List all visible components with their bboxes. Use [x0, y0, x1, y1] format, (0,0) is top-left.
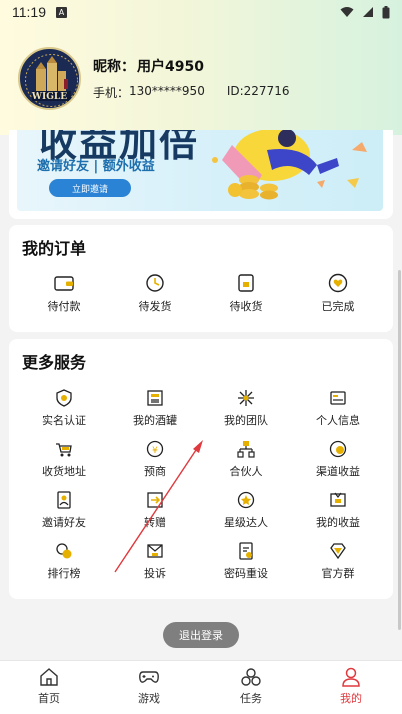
service-channel-income[interactable]: 渠道收益	[298, 440, 378, 479]
tab-label: 游戏	[138, 692, 160, 705]
service-ranking[interactable]: 排行榜	[24, 542, 104, 581]
service-label: 星级达人	[224, 516, 268, 529]
tab-home[interactable]: 首页	[14, 667, 84, 706]
order-label: 待付款	[47, 300, 81, 313]
service-label: 邀请好友	[42, 516, 86, 529]
signal-icon	[363, 7, 373, 17]
channel-income-icon	[329, 440, 347, 458]
heart-icon	[328, 273, 348, 293]
status-time: 11:19	[12, 4, 46, 20]
service-label: 合伙人	[229, 465, 263, 478]
status-bar: 11:19 A	[0, 0, 402, 24]
order-pending-shipment[interactable]: 待发货	[115, 273, 195, 314]
password-reset-icon	[239, 542, 253, 560]
wine-jar-icon	[147, 390, 163, 406]
avatar-text: WIGLE	[31, 92, 68, 102]
service-team[interactable]: 我的团队	[206, 389, 286, 428]
service-transfer-gift[interactable]: 转赠	[115, 491, 195, 530]
service-pre-merchant[interactable]: ¥ 预商	[115, 440, 195, 479]
service-label: 渠道收益	[316, 465, 360, 478]
home-icon	[40, 668, 58, 686]
orders-card: 我的订单 待付款 待发货 待收货 已完成	[9, 225, 393, 332]
star-expert-icon	[237, 491, 255, 509]
user-profile[interactable]: WIGLE 昵称： 用户4950 手机： 130*****950 ID: 227…	[18, 47, 289, 110]
wifi-icon	[340, 7, 354, 17]
service-wine-jar[interactable]: 我的酒罐	[115, 389, 195, 428]
svg-text:¥: ¥	[152, 446, 158, 456]
tab-games[interactable]: 游戏	[114, 667, 184, 706]
clock-icon	[146, 274, 164, 292]
service-address[interactable]: 收货地址	[24, 440, 104, 479]
invite-banner[interactable]: 收益加倍 邀请好友 | 额外收益 立即邀请	[17, 130, 383, 211]
nickname-label: 昵称：	[93, 59, 135, 75]
transfer-gift-icon	[147, 492, 163, 508]
avatar[interactable]: WIGLE	[18, 47, 81, 110]
service-label: 实名认证	[42, 414, 86, 427]
invite-friend-icon	[57, 491, 71, 509]
notification-icon: A	[56, 6, 67, 18]
tab-label: 我的	[340, 692, 362, 705]
service-label: 排行榜	[47, 567, 81, 580]
banner-illustration	[212, 130, 367, 200]
banner-card: 收益加倍 邀请好友 | 额外收益 立即邀请	[9, 130, 393, 219]
pre-merchant-icon: ¥	[146, 440, 164, 458]
gamepad-icon	[139, 671, 159, 683]
nickname-value: 用户4950	[137, 59, 204, 75]
service-password-reset[interactable]: 密码重设	[206, 542, 286, 581]
service-label: 我的收益	[316, 516, 360, 529]
service-label: 收货地址	[42, 465, 86, 478]
phone-value: 130*****950	[129, 84, 205, 98]
orders-title: 我的订单	[22, 239, 87, 258]
task-icon	[241, 668, 261, 686]
service-personal-info[interactable]: 个人信息	[298, 389, 378, 428]
service-official-group[interactable]: 官方群	[298, 542, 378, 581]
battery-icon	[382, 5, 390, 18]
address-icon	[56, 443, 72, 457]
service-label: 投诉	[144, 567, 166, 580]
order-completed[interactable]: 已完成	[298, 273, 378, 314]
service-label: 密码重设	[224, 567, 268, 580]
service-label: 转赠	[144, 516, 166, 529]
tab-label: 任务	[240, 692, 262, 705]
service-label: 我的团队	[224, 414, 268, 427]
wallet-icon	[54, 276, 74, 291]
service-label: 个人信息	[316, 414, 360, 427]
my-income-icon	[330, 492, 346, 507]
receive-icon	[238, 274, 254, 292]
partner-icon	[237, 441, 255, 458]
ranking-icon	[56, 543, 72, 559]
bottom-tab-bar: 首页 游戏 任务 我的	[0, 660, 402, 714]
personal-info-icon	[330, 391, 346, 405]
phone-label: 手机：	[93, 86, 130, 100]
service-label: 我的酒罐	[133, 414, 177, 427]
tab-tasks[interactable]: 任务	[216, 667, 286, 706]
service-star-expert[interactable]: 星级达人	[206, 491, 286, 530]
service-complaint[interactable]: 投诉	[115, 542, 195, 581]
profile-icon	[342, 667, 360, 687]
id-verify-icon	[56, 389, 72, 407]
user-id-value: 227716	[243, 84, 290, 98]
official-group-icon	[330, 543, 346, 560]
tab-label: 首页	[38, 692, 60, 705]
service-id-verify[interactable]: 实名认证	[24, 389, 104, 428]
order-label: 已完成	[321, 300, 355, 313]
logout-button[interactable]: 退出登录	[163, 622, 239, 648]
services-title: 更多服务	[22, 353, 87, 372]
tab-mine[interactable]: 我的	[316, 667, 386, 706]
complaint-icon	[147, 544, 163, 558]
user-id-label: ID:	[226, 84, 244, 98]
team-icon	[238, 390, 254, 406]
service-partner[interactable]: 合伙人	[206, 440, 286, 479]
order-label: 待发货	[138, 300, 172, 313]
services-card: 更多服务 实名认证 我的酒罐 我的团队 个人信息 收货地址 ¥ 预商 合伙人 渠…	[9, 339, 393, 599]
order-label: 待收货	[229, 300, 263, 313]
order-pending-payment[interactable]: 待付款	[24, 273, 104, 314]
service-label: 官方群	[321, 567, 355, 580]
service-my-income[interactable]: 我的收益	[298, 491, 378, 530]
order-pending-receipt[interactable]: 待收货	[206, 273, 286, 314]
service-label: 预商	[144, 465, 166, 478]
scrollbar[interactable]	[398, 270, 401, 630]
service-invite-friend[interactable]: 邀请好友	[24, 491, 104, 530]
